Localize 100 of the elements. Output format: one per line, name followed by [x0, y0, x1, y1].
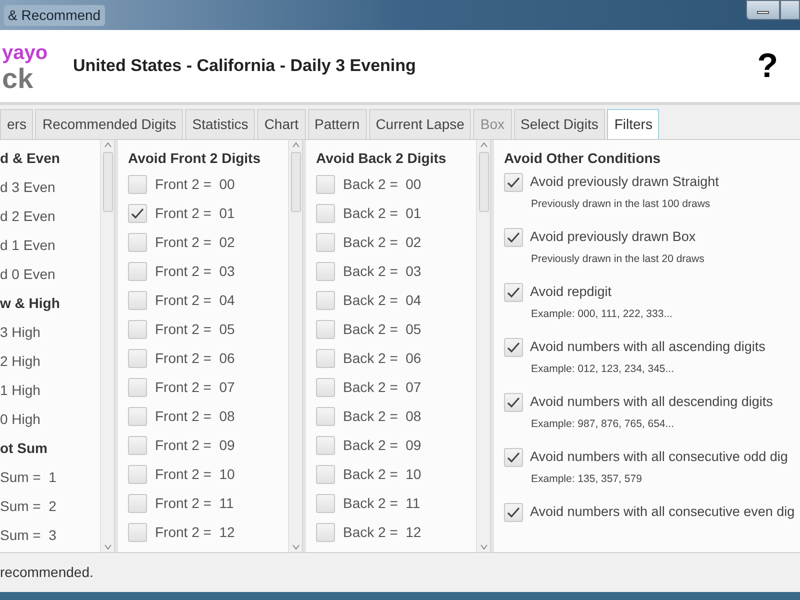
checkbox[interactable] — [128, 494, 147, 513]
checkmark-icon — [507, 287, 520, 298]
option-note: Example: 135, 357, 579 — [531, 472, 643, 487]
option-label: Back 2 = 07 — [343, 378, 422, 397]
scrollbar[interactable] — [288, 140, 302, 552]
checkbox[interactable] — [316, 233, 335, 252]
checkbox[interactable] — [128, 523, 147, 542]
option-label: Front 2 = 10 — [155, 465, 235, 484]
tab[interactable]: ers — [0, 109, 34, 139]
checkbox[interactable] — [316, 291, 335, 310]
checkbox[interactable] — [504, 338, 523, 357]
tab[interactable]: Recommended Digits — [35, 109, 184, 139]
checkbox[interactable] — [128, 436, 147, 455]
checkmark-icon — [131, 208, 144, 219]
option-label: Front 2 = 00 — [155, 175, 235, 194]
tab[interactable]: Chart — [257, 109, 306, 139]
checkbox[interactable] — [128, 378, 147, 397]
checkbox[interactable] — [128, 320, 147, 339]
option-label: Back 2 = 10 — [343, 465, 422, 484]
checkbox[interactable] — [128, 262, 147, 281]
checkbox[interactable] — [316, 349, 335, 368]
option-label: Back 2 = 11 — [343, 494, 420, 513]
checkbox[interactable] — [316, 262, 335, 281]
option-label: Back 2 = 02 — [343, 233, 422, 252]
scroll-up-icon[interactable] — [480, 142, 488, 148]
option-label: d 3 Even — [0, 178, 56, 197]
scroll-up-icon[interactable] — [104, 142, 112, 148]
option-label: Back 2 = 01 — [343, 204, 422, 223]
checkbox[interactable] — [316, 523, 335, 542]
option-label: Back 2 = 09 — [343, 436, 422, 455]
checkbox[interactable] — [316, 494, 335, 513]
scroll-thumb[interactable] — [290, 152, 300, 212]
option-label: d 1 Even — [0, 236, 56, 255]
checkbox[interactable] — [316, 175, 335, 194]
scroll-up-icon[interactable] — [292, 142, 300, 148]
checkbox[interactable] — [128, 233, 147, 252]
tab[interactable]: Statistics — [185, 109, 256, 139]
checkmark-icon — [507, 342, 520, 353]
option-label: Sum = 2 — [0, 497, 56, 516]
scroll-down-icon[interactable] — [480, 544, 488, 550]
checkbox[interactable] — [128, 349, 147, 368]
option-label: Back 2 = 04 — [343, 291, 422, 310]
panel-heading: Avoid Back 2 Digits — [316, 149, 448, 168]
option-label: Back 2 = 05 — [343, 320, 422, 339]
checkbox[interactable] — [316, 378, 335, 397]
option-note: Previously drawn in the last 100 draws — [531, 197, 712, 212]
checkmark-icon — [507, 232, 520, 243]
checkbox[interactable] — [128, 175, 147, 194]
option-label: Front 2 = 02 — [155, 233, 235, 252]
checkbox[interactable] — [128, 204, 147, 223]
option-label: 2 High — [0, 352, 40, 371]
scroll-thumb[interactable] — [102, 152, 112, 212]
option-label: Avoid numbers with all consecutive odd dig — [530, 448, 788, 466]
option-label: Front 2 = 09 — [155, 436, 235, 455]
checkbox[interactable] — [316, 320, 335, 339]
checkbox[interactable] — [504, 173, 523, 192]
option-label: Front 2 = 01 — [155, 204, 235, 223]
checkmark-icon — [507, 177, 520, 188]
scroll-down-icon[interactable] — [292, 544, 300, 550]
checkbox[interactable] — [504, 448, 523, 467]
checkbox[interactable] — [316, 465, 335, 484]
option-label: Avoid numbers with all descending digits — [530, 393, 773, 412]
checkbox[interactable] — [316, 204, 335, 223]
option-label: Avoid previously drawn Straight — [530, 173, 719, 192]
option-label: Back 2 = 03 — [343, 262, 422, 281]
checkbox[interactable] — [316, 407, 335, 426]
scroll-thumb[interactable] — [478, 152, 488, 212]
option-note: Example: 000, 111, 222, 333... — [531, 307, 674, 322]
scrollbar[interactable] — [100, 140, 114, 552]
group-heading: d & Even — [0, 149, 60, 168]
option-label: Front 2 = 11 — [155, 494, 234, 513]
option-label: Sum = 1 — [0, 468, 56, 487]
option-label: Front 2 = 03 — [155, 262, 235, 281]
checkbox[interactable] — [128, 465, 147, 484]
maximize-button[interactable] — [780, 0, 800, 20]
option-label: 1 High — [0, 381, 40, 400]
lottery-title: United States - California - Daily 3 Evening — [73, 55, 416, 78]
scrollbar[interactable] — [476, 140, 490, 552]
help-button[interactable]: ? — [757, 40, 778, 92]
minimize-button[interactable] — [746, 0, 780, 20]
checkbox[interactable] — [504, 393, 523, 412]
option-label: Front 2 = 06 — [155, 349, 235, 368]
option-label: d 2 Even — [0, 207, 56, 226]
checkbox[interactable] — [128, 407, 147, 426]
checkbox[interactable] — [504, 228, 523, 247]
option-label: Front 2 = 04 — [155, 291, 235, 310]
option-label: Back 2 = 00 — [343, 175, 422, 194]
checkbox[interactable] — [504, 283, 523, 302]
option-label: d 0 Even — [0, 265, 56, 284]
option-label: Front 2 = 12 — [155, 523, 235, 542]
option-label: Back 2 = 08 — [343, 407, 422, 426]
checkbox[interactable] — [504, 503, 523, 522]
tab[interactable]: Pattern — [308, 109, 367, 139]
scroll-down-icon[interactable] — [104, 544, 112, 550]
option-note: Previously drawn in the last 20 draws — [531, 252, 706, 267]
tab[interactable]: Filters — [607, 109, 660, 139]
checkbox[interactable] — [128, 291, 147, 310]
tab[interactable]: Current Lapse — [368, 109, 472, 139]
tab[interactable]: Select Digits — [514, 109, 606, 139]
checkbox[interactable] — [316, 436, 335, 455]
